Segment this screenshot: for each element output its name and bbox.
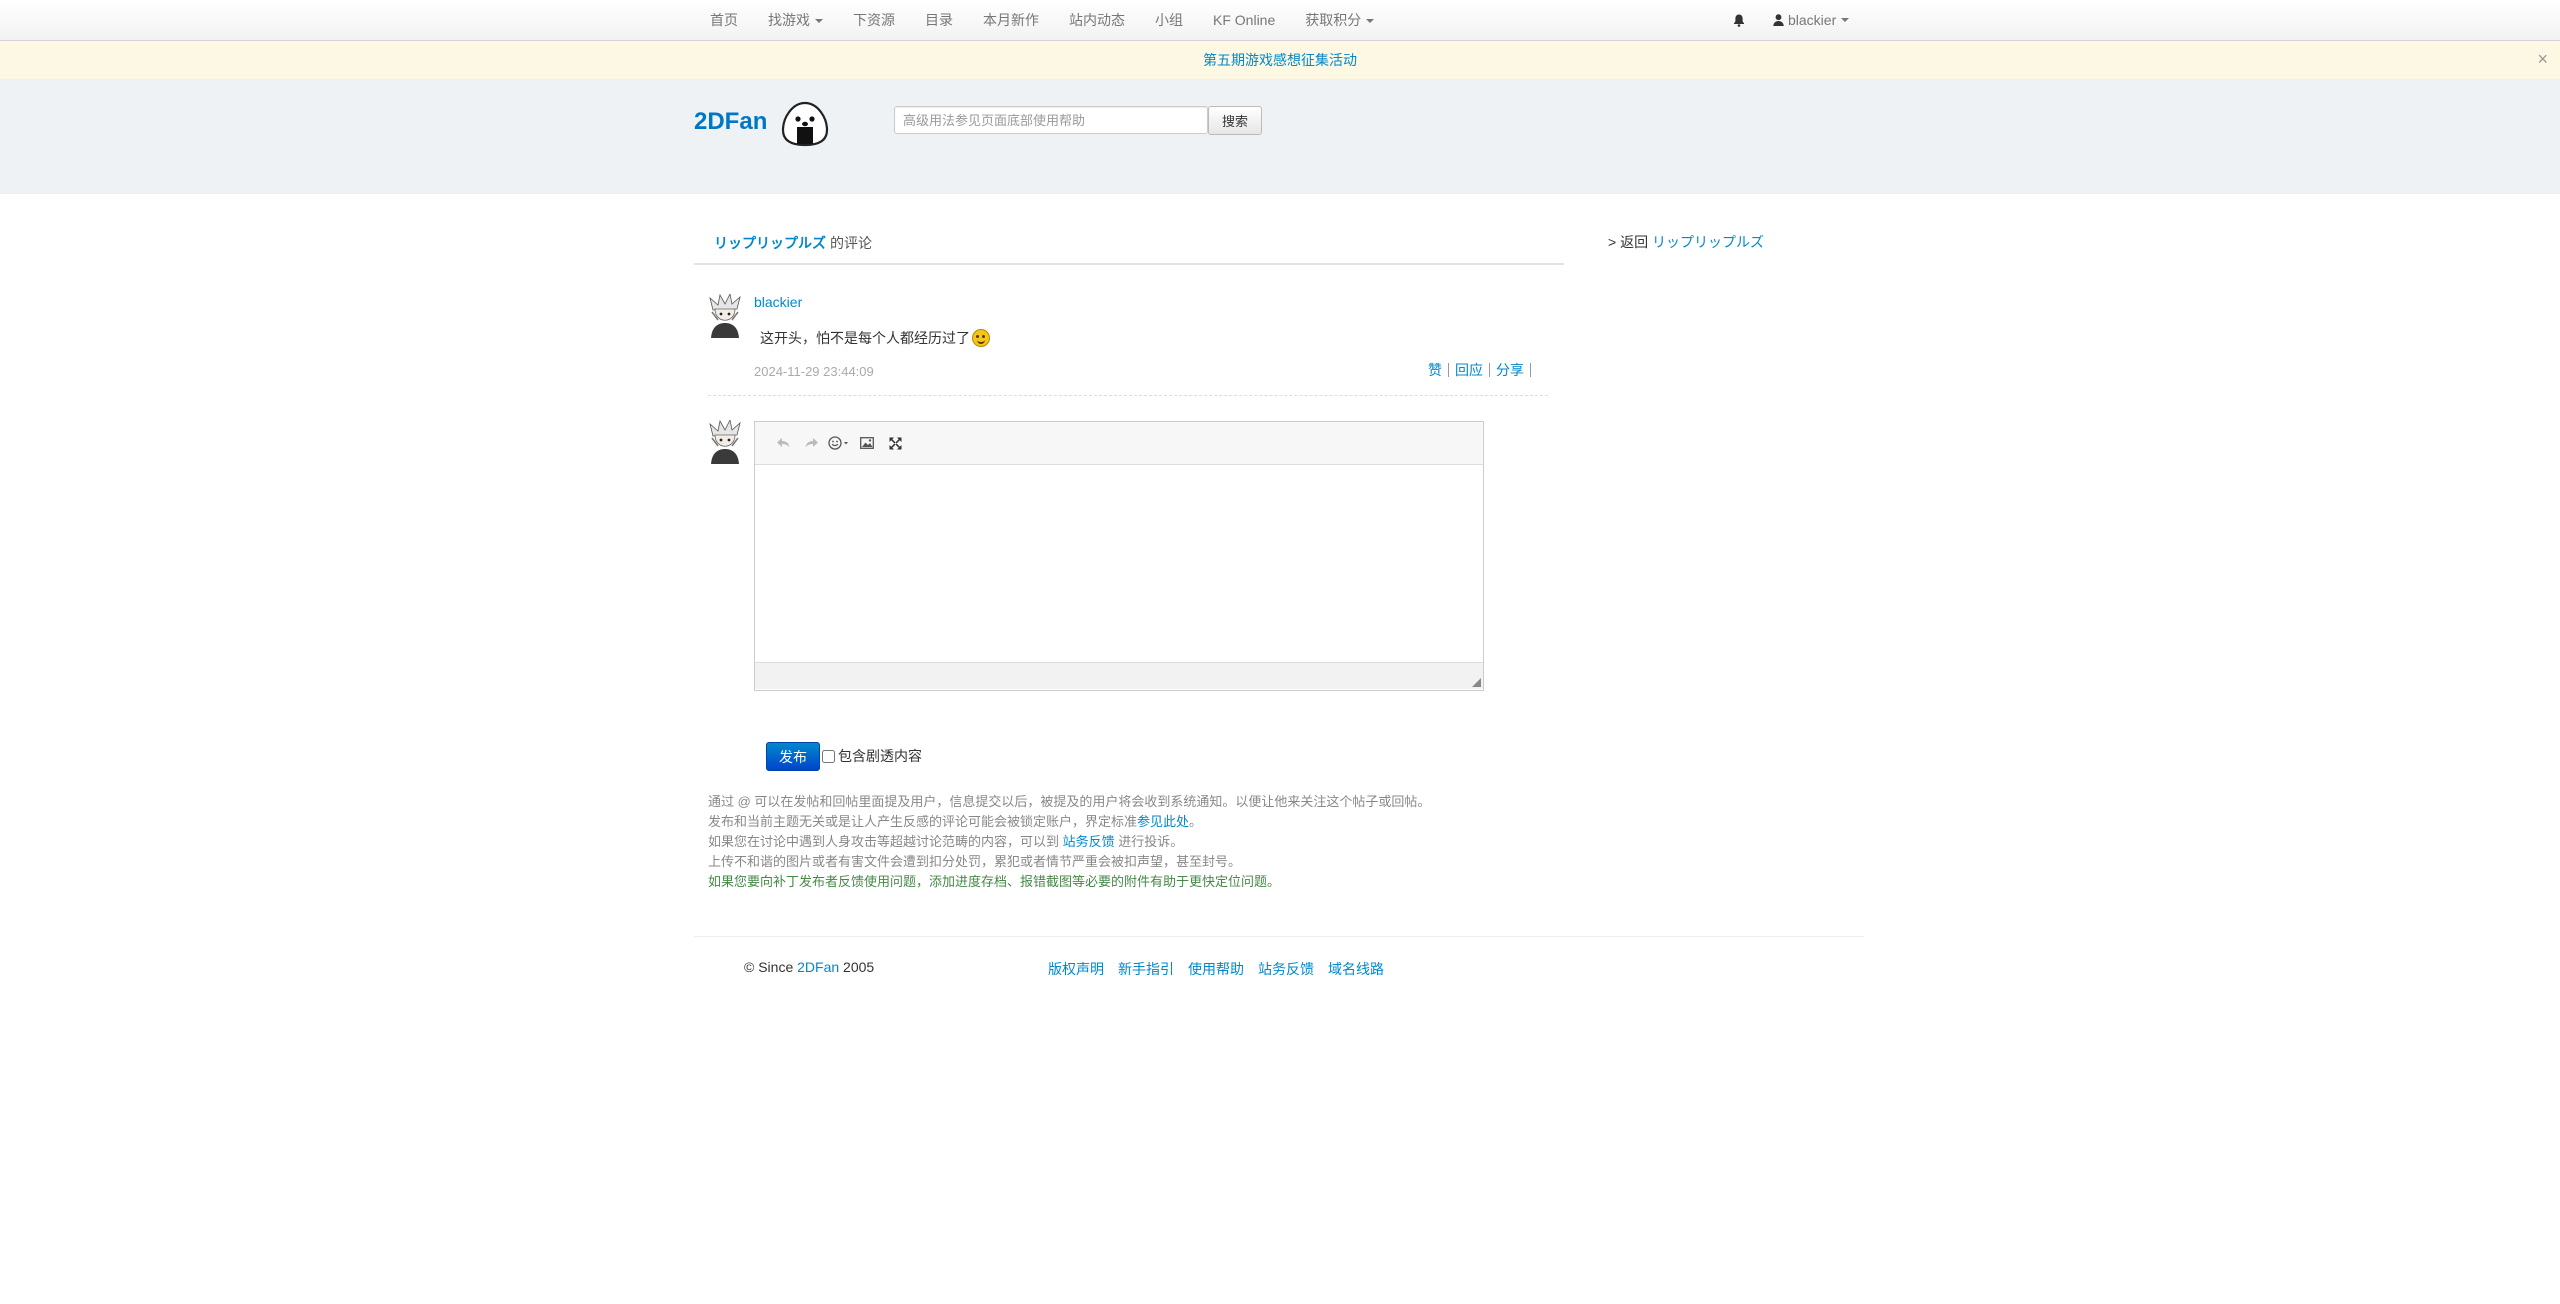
user-icon — [1773, 14, 1784, 26]
footer-copyright: © Since 2DFan 2005 — [744, 959, 874, 975]
nav-downloads[interactable]: 下资源 — [838, 0, 910, 40]
nav-home[interactable]: 首页 — [695, 0, 753, 40]
fullscreen-icon — [889, 437, 901, 449]
spoiler-label: 包含剧透内容 — [838, 748, 922, 764]
undo-button[interactable] — [769, 431, 797, 455]
nav-find-games-label: 找游戏 — [768, 12, 810, 28]
help-line-patch: 如果您要向补丁发布者反馈使用问题，添加进度存档、报错截图等必要的附件有助于更快定… — [708, 874, 1281, 889]
footer-brand-link[interactable]: 2DFan — [797, 959, 839, 975]
nav-new-this-month[interactable]: 本月新作 — [968, 0, 1054, 40]
reply-editor — [754, 421, 1484, 691]
notifications-button[interactable] — [1715, 14, 1763, 27]
footer-links: 版权声明 新手指引 使用帮助 站务反馈 域名线路 — [1048, 959, 1398, 979]
nav-get-points-label: 获取积分 — [1305, 12, 1362, 28]
footer-divider — [694, 936, 1864, 937]
comment-timestamp: 2024-11-29 23:44:09 — [754, 364, 874, 379]
like-button[interactable]: 赞 — [1420, 363, 1449, 377]
nav-site-activity[interactable]: 站内动态 — [1054, 0, 1140, 40]
footer-link-feedback[interactable]: 站务反馈 — [1258, 959, 1314, 979]
help-report-end: 进行投诉。 — [1118, 834, 1184, 849]
image-icon — [860, 437, 874, 449]
reply-button[interactable]: 回应 — [1449, 363, 1490, 377]
page-title-suffix: 的评论 — [830, 235, 872, 251]
search-input[interactable] — [894, 106, 1208, 134]
help-rules-text: 发布和当前主题无关或是让人产生反感的评论可能会被锁定账户，界定标准 — [708, 814, 1138, 829]
footer-link-copyright[interactable]: 版权声明 — [1048, 959, 1104, 979]
site-logo-text[interactable]: 2DFan — [694, 108, 767, 136]
comment-author-link[interactable]: blackier — [754, 294, 802, 310]
back-to-game-link[interactable]: リップリップルズ — [1652, 234, 1764, 250]
search-button[interactable]: 搜索 — [1208, 106, 1262, 135]
editor-text-area[interactable] — [755, 465, 1483, 662]
comment-body: 这开头，怕不是每个人都经历过了 — [760, 328, 990, 348]
resize-handle-icon[interactable] — [1472, 678, 1481, 687]
nav-kf-online[interactable]: KF Online — [1198, 0, 1290, 40]
notice-bar: 第五期游戏感想征集活动 × — [0, 41, 2560, 80]
notice-link[interactable]: 第五期游戏感想征集活动 — [1203, 52, 1357, 68]
user-menu[interactable]: blackier — [1763, 0, 1859, 40]
footer-link-domains[interactable]: 域名线路 — [1328, 959, 1384, 979]
footer-link-help[interactable]: 使用帮助 — [1188, 959, 1244, 979]
help-line-rules: 发布和当前主题无关或是让人产生反感的评论可能会被锁定账户，界定标准参见此处。 — [708, 812, 1430, 832]
copyright-since: © Since — [744, 959, 794, 975]
help-line-mentions: 通过 @ 可以在发帖和回帖里面提及用户，信息提交以后，被提及的用户将会收到系统通… — [708, 794, 1431, 809]
fullscreen-button[interactable] — [881, 431, 909, 455]
comment-text: 这开头，怕不是每个人都经历过了 — [760, 330, 970, 346]
back-prefix: > 返回 — [1608, 234, 1649, 250]
avatar[interactable] — [708, 420, 742, 464]
share-button[interactable]: 分享 — [1490, 363, 1531, 377]
rules-link[interactable]: 参见此处 — [1137, 814, 1189, 829]
editor-statusbar — [755, 662, 1483, 689]
smiley-icon — [828, 436, 848, 450]
help-rules-end: 。 — [1189, 814, 1203, 829]
user-nav: blackier — [1715, 0, 1859, 40]
top-navbar: 首页 找游戏 下资源 目录 本月新作 站内动态 小组 KF Online 获取积… — [0, 0, 2560, 41]
avatar[interactable] — [708, 294, 742, 338]
header-band — [0, 80, 2560, 194]
mascot-logo-icon[interactable] — [780, 100, 830, 148]
caret-down-icon — [1841, 18, 1850, 22]
page-title: リップリップルズ 的评论 — [694, 230, 1564, 265]
caret-down-icon — [815, 19, 823, 24]
comment-divider — [708, 395, 1548, 396]
caret-down-icon — [1366, 19, 1375, 24]
comment-actions: 赞 回应 分享 — [1420, 363, 1531, 377]
spoiler-option[interactable]: 包含剧透内容 — [822, 746, 922, 766]
game-title-link[interactable]: リップリップルズ — [714, 235, 826, 251]
nav-find-games[interactable]: 找游戏 — [753, 0, 838, 40]
publish-button[interactable]: 发布 — [766, 742, 820, 771]
help-line-penalty: 上传不和谐的图片或者有害文件会遭到扣分处罚，累犯或者情节严重会被扣声望，甚至封号… — [708, 854, 1242, 869]
editor-toolbar — [755, 422, 1483, 465]
close-icon[interactable]: × — [2537, 41, 2548, 77]
username-label: blackier — [1788, 12, 1837, 28]
help-report-text: 如果您在讨论中遇到人身攻击等超越讨论范畴的内容，可以到 — [708, 834, 1060, 849]
image-button[interactable] — [853, 431, 881, 455]
redo-icon — [805, 438, 818, 448]
spoiler-checkbox[interactable] — [822, 749, 835, 763]
nav-catalog[interactable]: 目录 — [910, 0, 968, 40]
smiley-emoji-icon — [972, 329, 990, 347]
main-nav: 首页 找游戏 下资源 目录 本月新作 站内动态 小组 KF Online 获取积… — [695, 0, 1389, 40]
nav-get-points[interactable]: 获取积分 — [1290, 0, 1389, 40]
copyright-year: 2005 — [843, 959, 875, 975]
footer-link-newbie-guide[interactable]: 新手指引 — [1118, 959, 1174, 979]
bell-icon — [1734, 14, 1744, 27]
emoji-button[interactable] — [825, 431, 853, 455]
undo-icon — [776, 438, 789, 448]
redo-button[interactable] — [797, 431, 825, 455]
help-text: 通过 @ 可以在发帖和回帖里面提及用户，信息提交以后，被提及的用户将会收到系统通… — [708, 792, 1430, 892]
feedback-link[interactable]: 站务反馈 — [1063, 834, 1115, 849]
nav-groups[interactable]: 小组 — [1140, 0, 1198, 40]
help-line-report: 如果您在讨论中遇到人身攻击等超越讨论范畴的内容，可以到 站务反馈 进行投诉。 — [708, 832, 1430, 852]
sidebar-back: > 返回 リップリップルズ — [1608, 232, 1764, 252]
